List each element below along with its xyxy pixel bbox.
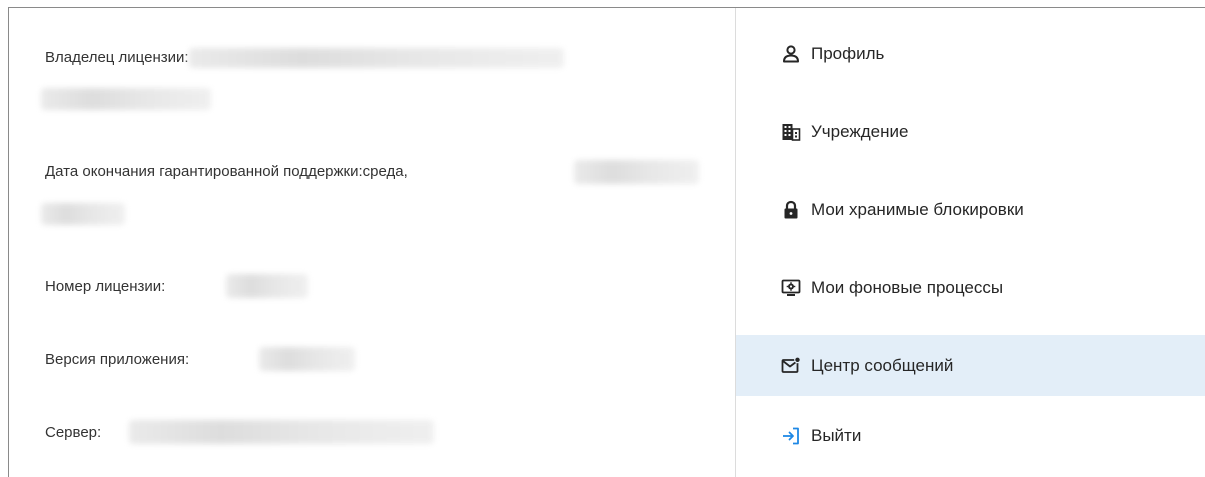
license-owner-value-redacted — [188, 48, 564, 69]
menu-item-institution[interactable]: Учреждение — [736, 101, 1205, 162]
license-info-panel: Владелец лицензии: Дата окончания гарант… — [9, 8, 735, 477]
user-icon — [781, 44, 801, 64]
menu-item-logout[interactable]: Выйти — [736, 405, 1205, 466]
user-menu: Профиль Учреждение Мои хранимые блокиров… — [736, 8, 1205, 477]
building-icon — [781, 122, 801, 142]
license-owner-row: Владелец лицензии: — [45, 48, 564, 69]
logout-icon — [781, 426, 801, 446]
server-row: Сервер: — [45, 423, 101, 443]
menu-item-background-processes[interactable]: Мои фоновые процессы — [736, 257, 1205, 318]
monitor-gear-icon — [781, 278, 801, 298]
support-end-row: Дата окончания гарантированной поддержки… — [45, 162, 408, 182]
support-end-year-redacted — [41, 203, 125, 225]
license-number-label: Номер лицензии: — [45, 278, 166, 295]
server-value-redacted — [129, 420, 434, 444]
menu-item-message-center[interactable]: Центр сообщений — [736, 335, 1205, 396]
support-end-date-redacted — [574, 160, 699, 184]
support-end-weekday: среда, — [362, 163, 408, 180]
menu-item-label: Мои хранимые блокировки — [811, 199, 1024, 219]
menu-item-label: Мои фоновые процессы — [811, 277, 1004, 297]
menu-item-label: Учреждение — [811, 121, 909, 141]
license-number-value-redacted — [226, 274, 308, 298]
menu-item-profile[interactable]: Профиль — [736, 23, 1205, 84]
app-version-label: Версия приложения: — [45, 351, 190, 368]
menu-item-label: Выйти — [811, 425, 862, 445]
menu-item-label: Центр сообщений — [811, 355, 954, 375]
license-owner-value-redacted-cont — [41, 88, 211, 110]
server-label: Сервер: — [45, 424, 102, 441]
menu-item-label: Профиль — [811, 43, 885, 63]
app-version-row: Версия приложения: — [45, 350, 189, 370]
lock-icon — [781, 200, 801, 220]
license-owner-label: Владелец лицензии: — [45, 49, 189, 66]
app-version-value-redacted — [259, 347, 355, 371]
license-number-row: Номер лицензии: — [45, 277, 165, 297]
support-end-label: Дата окончания гарантированной поддержки… — [45, 163, 363, 180]
user-popup: Владелец лицензии: Дата окончания гарант… — [0, 0, 1205, 477]
mail-notification-icon — [781, 355, 801, 376]
menu-item-stored-locks[interactable]: Мои хранимые блокировки — [736, 179, 1205, 240]
